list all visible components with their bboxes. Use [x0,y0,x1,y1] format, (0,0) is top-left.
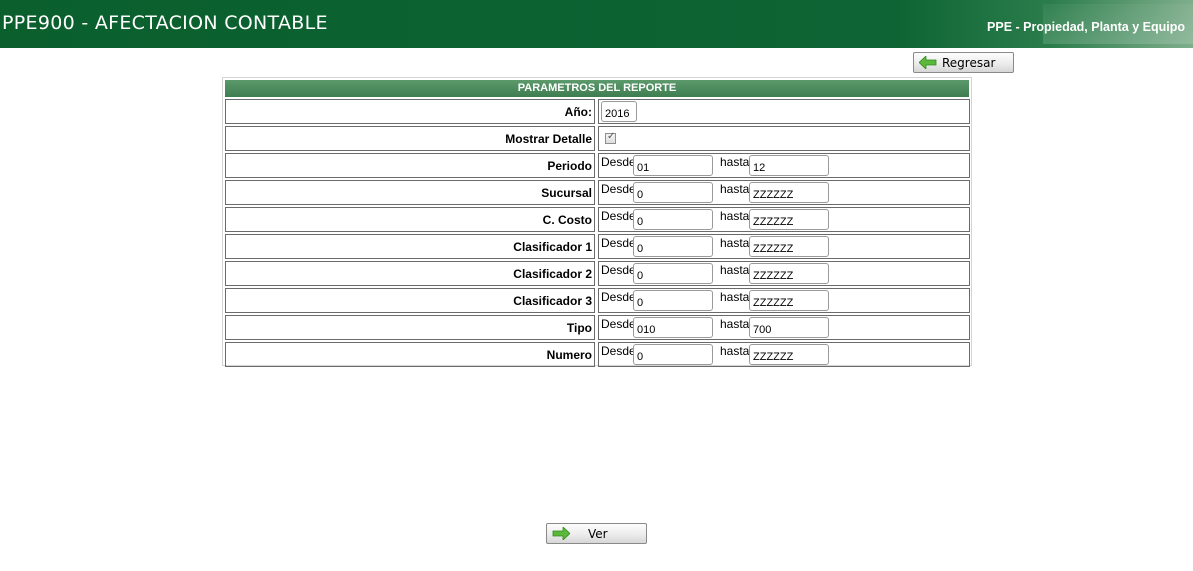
range-value-cell: Desde hasta [598,180,970,205]
arrow-left-icon [919,56,937,69]
mostrar-detalle-label-cell: Mostrar Detalle [225,126,595,151]
range-value-cell: Desde hasta [598,342,970,367]
desde-input[interactable] [633,290,713,311]
hasta-input[interactable] [749,290,829,311]
desde-label: Desde [601,290,636,304]
desde-input[interactable] [633,182,713,203]
range-value-cell: Desde hasta [598,288,970,313]
range-label-cell: Clasificador 3 [225,288,595,313]
anio-input[interactable] [601,101,637,122]
hasta-input[interactable] [749,155,829,176]
arrow-right-icon [552,527,570,540]
range-row: C. Costo Desde hasta [225,207,970,232]
hasta-input[interactable] [749,317,829,338]
range-value-cell: Desde hasta [598,234,970,259]
range-row: Clasificador 2 Desde hasta [225,261,970,286]
range-label-cell: Numero [225,342,595,367]
range-row: Periodo Desde hasta [225,153,970,178]
range-row: Sucursal Desde hasta [225,180,970,205]
range-label: Sucursal [541,186,592,200]
app-header: PPE900 - AFECTACION CONTABLE PPE - Propi… [0,0,1193,48]
range-value-cell: Desde hasta [598,261,970,286]
hasta-label: hasta [720,344,750,358]
range-row: Tipo Desde hasta [225,315,970,340]
desde-label: Desde [601,317,636,331]
range-label: Clasificador 3 [513,294,592,308]
range-label: Tipo [566,321,592,335]
ver-button[interactable]: Ver [546,523,647,544]
mostrar-detalle-value-cell: ✓ [598,126,970,151]
hasta-label: hasta [720,182,750,196]
desde-label: Desde [601,344,636,358]
range-row: Clasificador 3 Desde hasta [225,288,970,313]
range-row: Numero Desde hasta [225,342,970,367]
anio-value-cell [598,99,970,124]
range-value-cell: Desde hasta [598,207,970,232]
desde-label: Desde [601,236,636,250]
range-label-cell: Clasificador 2 [225,261,595,286]
desde-input[interactable] [633,263,713,284]
range-label: Periodo [547,159,592,173]
range-value-cell: Desde hasta [598,315,970,340]
range-label-cell: C. Costo [225,207,595,232]
row-mostrar-detalle: Mostrar Detalle ✓ [225,126,970,151]
mostrar-detalle-checkbox[interactable]: ✓ [605,131,616,144]
range-label: Clasificador 1 [513,240,592,254]
params-title: PARAMETROS DEL REPORTE [225,80,969,97]
range-label-cell: Clasificador 1 [225,234,595,259]
desde-label: Desde [601,155,636,169]
desde-input[interactable] [633,209,713,230]
desde-label: Desde [601,209,636,223]
desde-input[interactable] [633,317,713,338]
hasta-label: hasta [720,263,750,277]
hasta-label: hasta [720,236,750,250]
hasta-input[interactable] [749,209,829,230]
hasta-label: hasta [720,209,750,223]
regresar-label: Regresar [942,56,996,70]
hasta-input[interactable] [749,263,829,284]
hasta-input[interactable] [749,344,829,365]
module-title: PPE - Propiedad, Planta y Equipo [987,20,1185,34]
params-panel: PARAMETROS DEL REPORTE Año: Mostrar Deta… [222,77,972,367]
range-label: C. Costo [542,213,592,227]
range-label-cell: Tipo [225,315,595,340]
hasta-label: hasta [720,317,750,331]
range-value-cell: Desde hasta [598,153,970,178]
anio-label-cell: Año: [225,99,595,124]
desde-input[interactable] [633,236,713,257]
hasta-label: hasta [720,290,750,304]
anio-label: Año: [564,105,592,119]
range-label: Numero [546,348,592,362]
range-row: Clasificador 1 Desde hasta [225,234,970,259]
mostrar-detalle-label: Mostrar Detalle [505,132,592,146]
range-label-cell: Periodo [225,153,595,178]
desde-input[interactable] [633,155,713,176]
regresar-button[interactable]: Regresar [913,52,1014,73]
desde-input[interactable] [633,344,713,365]
desde-label: Desde [601,263,636,277]
range-label-cell: Sucursal [225,180,595,205]
hasta-input[interactable] [749,236,829,257]
page-title: PPE900 - AFECTACION CONTABLE [2,12,328,34]
desde-label: Desde [601,182,636,196]
range-label: Clasificador 2 [513,267,592,281]
row-anio: Año: [225,99,970,124]
ver-label: Ver [588,527,608,541]
hasta-input[interactable] [749,182,829,203]
check-icon: ✓ [607,131,616,142]
hasta-label: hasta [720,155,750,169]
